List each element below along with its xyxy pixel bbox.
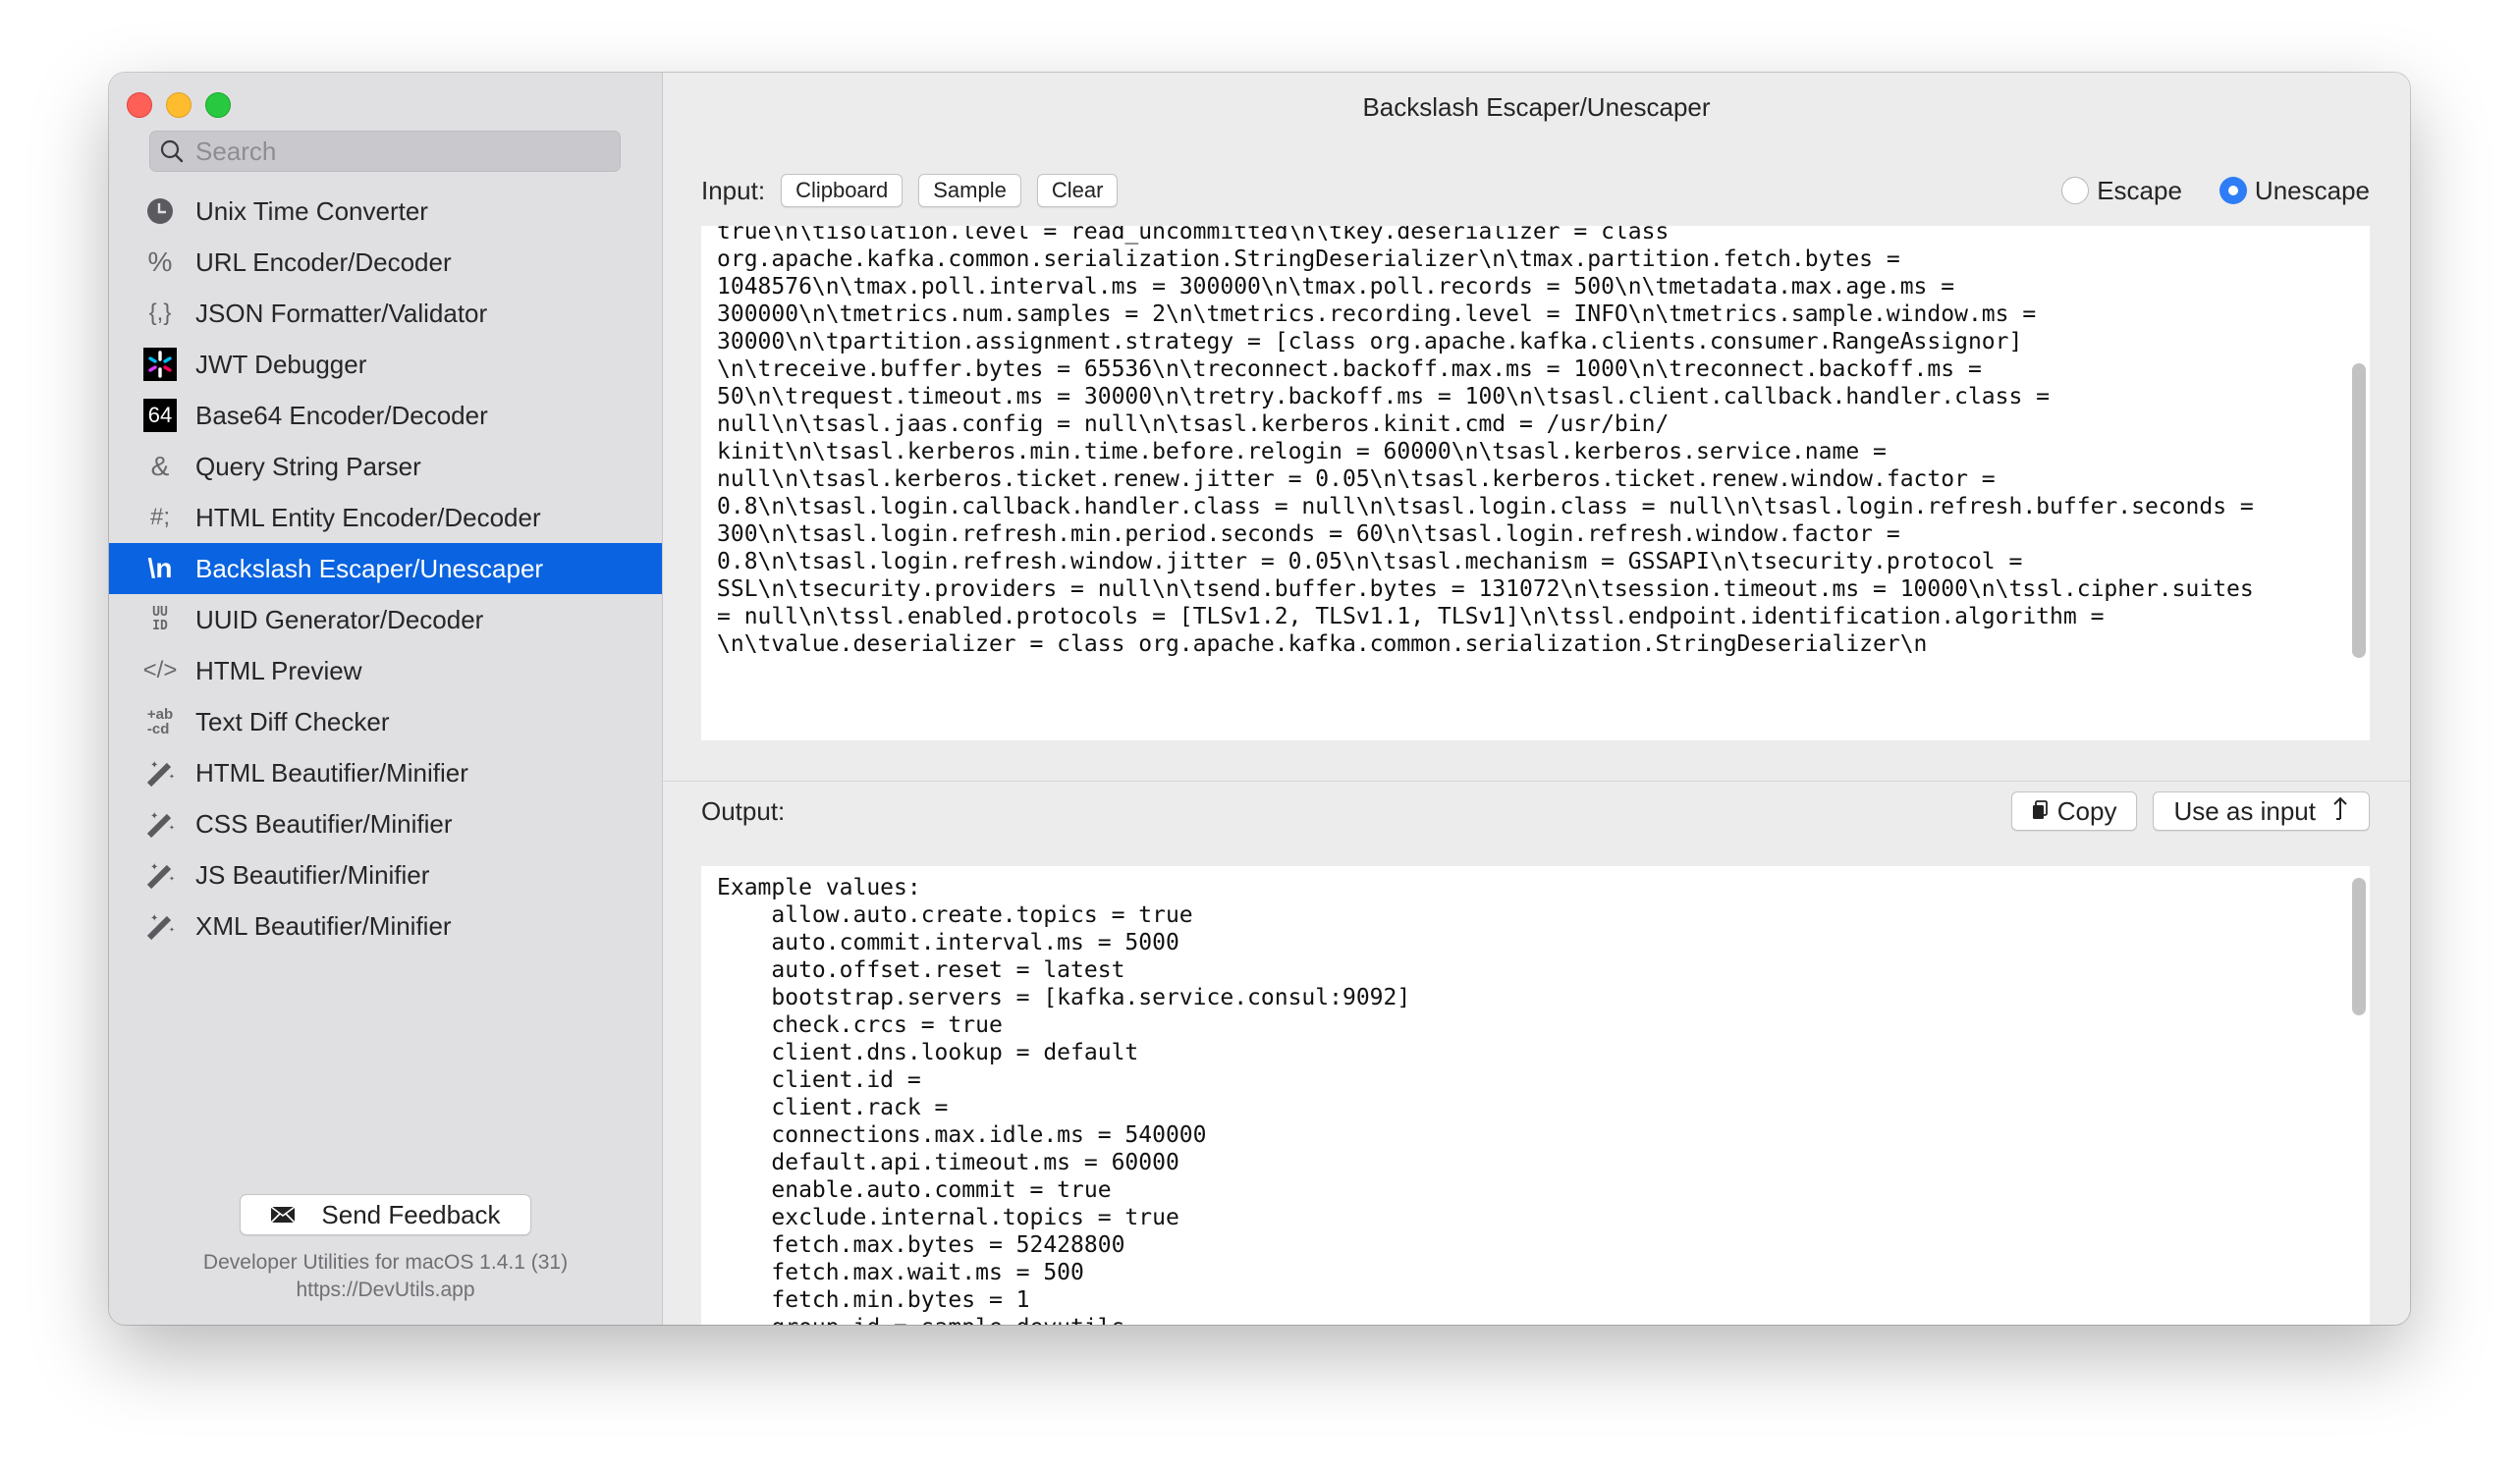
svg-text:✦: ✦ xyxy=(150,913,158,924)
diff-icon: +ab -cd xyxy=(146,706,174,737)
sidebar-item[interactable]: ✦ ✦ CSS Beautifier/Minifier xyxy=(109,798,662,849)
magic-wand-icon: ✦ ✦ xyxy=(142,857,178,893)
clear-button[interactable]: Clear xyxy=(1036,174,1119,207)
website-link[interactable]: https://DevUtils.app xyxy=(109,1279,662,1302)
window-title: Backslash Escaper/Unescaper xyxy=(1362,92,1711,122)
unescape-radio[interactable]: Unescape xyxy=(2219,176,2370,206)
uuid-icon: UU ID xyxy=(152,605,168,633)
search-field[interactable] xyxy=(149,131,621,172)
version-text: Developer Utilities for macOS 1.4.1 (31) xyxy=(202,1251,569,1274)
close-window-button[interactable] xyxy=(127,92,152,118)
code-tag-icon: </> xyxy=(142,657,178,683)
magic-wand-icon: ✦ ✦ xyxy=(142,806,178,842)
output-textarea[interactable]: Example values: allow.auto.create.topics… xyxy=(701,866,2370,1325)
input-label: Input: xyxy=(701,175,766,205)
app-window: Unix Time Converter% URL Encoder/Decoder {… xyxy=(109,73,2410,1325)
tool-list: Unix Time Converter% URL Encoder/Decoder {… xyxy=(109,186,662,952)
jwt-logo-icon xyxy=(142,347,178,382)
sidebar-item-label: HTML Preview xyxy=(195,655,362,685)
percent-icon: % xyxy=(147,246,173,277)
svg-text:✦: ✦ xyxy=(169,824,175,832)
search-icon xyxy=(150,138,193,164)
svg-text:✦: ✦ xyxy=(150,811,158,822)
backslash-n-icon: \n xyxy=(147,553,173,583)
sidebar-item[interactable]: UU ID UUID Generator/Decoder xyxy=(109,594,662,645)
clipboard-button[interactable]: Clipboard xyxy=(781,174,904,207)
search-input[interactable] xyxy=(193,135,620,168)
copy-button[interactable]: Copy xyxy=(2010,791,2138,831)
minimize-window-button[interactable] xyxy=(166,92,192,118)
unescape-radio-indicator[interactable] xyxy=(2219,177,2247,204)
sidebar-item[interactable]: ✦ ✦ XML Beautifier/Minifier xyxy=(109,900,662,952)
output-label: Output: xyxy=(701,795,786,826)
sidebar-item[interactable]: % URL Encoder/Decoder xyxy=(109,237,662,288)
copy-label: Copy xyxy=(2056,795,2117,826)
hash-semicolon-icon: #; xyxy=(149,504,170,530)
sidebar-item-label: XML Beautifier/Minifier xyxy=(195,910,452,941)
sidebar-item-label: JSON Formatter/Validator xyxy=(195,298,488,328)
magic-wand-icon: ✦ ✦ xyxy=(142,755,178,790)
sidebar: Unix Time Converter% URL Encoder/Decoder {… xyxy=(109,73,663,1325)
use-as-input-label: Use as input xyxy=(2173,795,2316,826)
sidebar-item-label: CSS Beautifier/Minifier xyxy=(195,808,453,839)
sidebar-item-label: HTML Beautifier/Minifier xyxy=(195,757,468,788)
sidebar-item-label: URL Encoder/Decoder xyxy=(195,246,452,277)
input-toolbar: Input: Clipboard Sample Clear Escape Une… xyxy=(701,171,2370,210)
sidebar-item-label: JS Beautifier/Minifier xyxy=(195,859,430,890)
magic-wand-icon: ✦ ✦ xyxy=(142,908,178,944)
sidebar-item[interactable]: & Query String Parser xyxy=(109,441,662,492)
escape-radio[interactable]: Escape xyxy=(2061,176,2182,206)
svg-text:✦: ✦ xyxy=(150,862,158,873)
sidebar-item-label: Query String Parser xyxy=(195,451,421,481)
clock-icon xyxy=(142,193,178,229)
ampersand-icon: & xyxy=(150,451,170,481)
sidebar-item[interactable]: </> HTML Preview xyxy=(109,645,662,696)
sidebar-item[interactable]: ✦ ✦ HTML Beautifier/Minifier xyxy=(109,747,662,798)
sidebar-item-label: UUID Generator/Decoder xyxy=(195,604,484,634)
mode-radio-group: Escape Unescape xyxy=(2061,176,2370,206)
send-feedback-label: Send Feedback xyxy=(321,1199,501,1229)
sidebar-item[interactable]: \n Backslash Escaper/Unescaper xyxy=(109,543,662,594)
sidebar-item-label: Text Diff Checker xyxy=(195,706,390,736)
svg-text:✦: ✦ xyxy=(169,926,175,934)
zoom-window-button[interactable] xyxy=(205,92,231,118)
sidebar-item[interactable]: ✦ ✦ JS Beautifier/Minifier xyxy=(109,849,662,900)
sidebar-item[interactable]: 64 Base64 Encoder/Decoder xyxy=(109,390,662,441)
sidebar-item-label: Unix Time Converter xyxy=(195,195,428,226)
unescape-radio-label: Unescape xyxy=(2254,175,2370,205)
copy-icon xyxy=(2032,796,2048,827)
sidebar-item-label: Backslash Escaper/Unescaper xyxy=(195,553,544,583)
sidebar-item[interactable]: {,} JSON Formatter/Validator xyxy=(109,288,662,339)
svg-text:✦: ✦ xyxy=(169,875,175,883)
input-scrollbar[interactable] xyxy=(2352,363,2366,658)
envelope-icon xyxy=(270,1200,296,1230)
sidebar-item-label: JWT Debugger xyxy=(195,349,367,379)
svg-text:✦: ✦ xyxy=(169,773,175,781)
escape-radio-indicator[interactable] xyxy=(2061,177,2090,204)
send-feedback-button[interactable]: Send Feedback xyxy=(240,1194,531,1235)
output-toolbar: Output: Copy Use as input xyxy=(701,790,2370,833)
sidebar-item[interactable]: #; HTML Entity Encoder/Decoder xyxy=(109,492,662,543)
panel-divider[interactable] xyxy=(663,781,2410,782)
input-textarea[interactable]: true\n\tisolation.level = read_uncommitt… xyxy=(701,226,2370,740)
window-controls xyxy=(127,92,231,118)
base64-icon: 64 xyxy=(142,398,178,433)
input-text: true\n\tisolation.level = read_uncommitt… xyxy=(717,226,2254,657)
braces-icon: {,} xyxy=(148,300,172,326)
output-text: Example values: allow.auto.create.topics… xyxy=(717,875,1411,1325)
use-as-input-button[interactable]: Use as input xyxy=(2153,791,2370,831)
sidebar-item-label: HTML Entity Encoder/Decoder xyxy=(195,502,541,532)
sidebar-item[interactable]: JWT Debugger xyxy=(109,339,662,390)
arrow-up-return-icon xyxy=(2331,795,2349,828)
sidebar-item[interactable]: Unix Time Converter xyxy=(109,186,662,237)
sidebar-item-label: Base64 Encoder/Decoder xyxy=(195,400,488,430)
sidebar-item[interactable]: +ab -cd Text Diff Checker xyxy=(109,696,662,747)
main-panel: Backslash Escaper/Unescaper Input: Clipb… xyxy=(663,73,2410,1325)
escape-radio-label: Escape xyxy=(2097,175,2182,205)
output-scrollbar[interactable] xyxy=(2352,878,2366,1015)
svg-text:✦: ✦ xyxy=(150,760,158,771)
sample-button[interactable]: Sample xyxy=(918,174,1021,207)
